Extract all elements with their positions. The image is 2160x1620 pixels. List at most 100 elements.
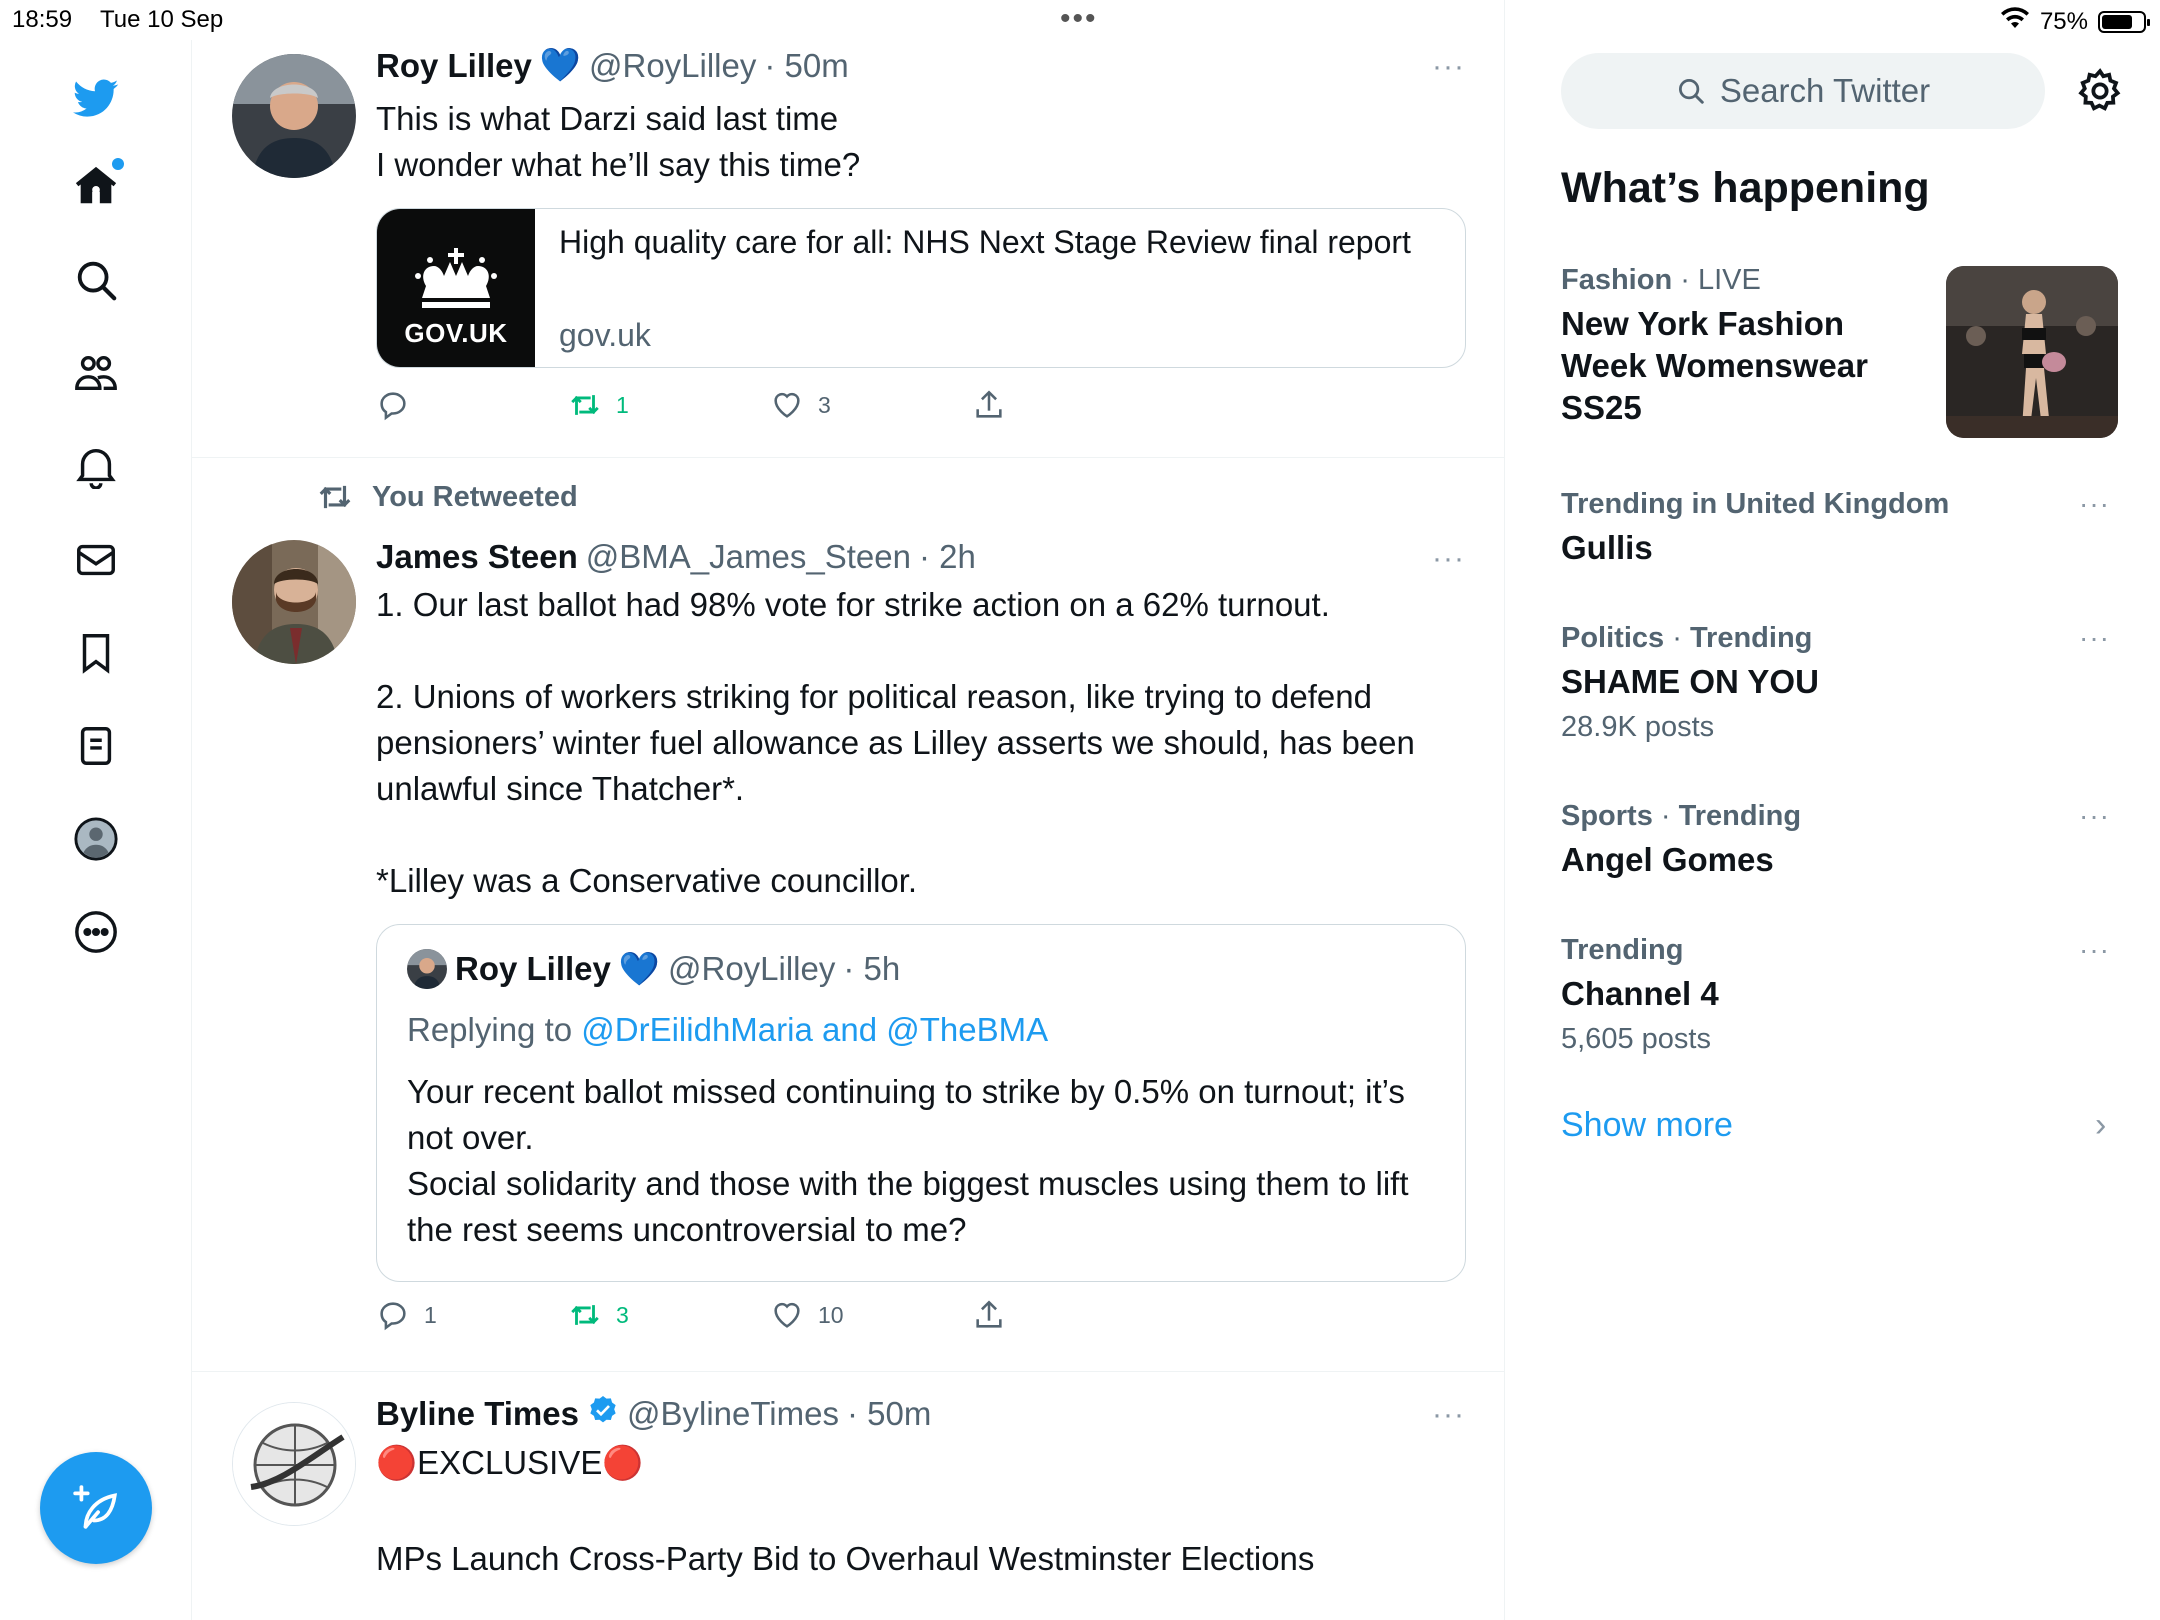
tweet-time[interactable]: · 50m — [847, 1395, 931, 1433]
retweet-button[interactable]: 1 — [568, 388, 629, 422]
tweet-time[interactable]: · 50m — [764, 47, 848, 85]
share-button[interactable] — [972, 1298, 1006, 1332]
trend-post-count: 28.9K posts — [1561, 711, 1715, 743]
trend-item[interactable]: Politics · Trending SHAME ON YOU 28.9K p… — [1561, 622, 2121, 744]
trend-more-button[interactable]: ··· — [2079, 934, 2110, 966]
tweet-text-line1: EXCLUSIVE — [417, 1444, 603, 1481]
trend-topic: Channel 4 — [1561, 975, 1719, 1012]
tweet-time[interactable]: · 2h — [919, 538, 976, 576]
crown-icon — [415, 248, 497, 308]
whats-happening-heading: What’s happening — [1561, 164, 1930, 212]
notifications-icon[interactable] — [66, 436, 126, 496]
card-title: High quality care for all: NHS Next Stag… — [559, 224, 1411, 260]
quoted-avatar[interactable] — [407, 949, 447, 989]
heart-badge-icon: 💙 — [539, 46, 581, 83]
verified-badge-icon — [587, 1394, 619, 1434]
trend-item[interactable]: Sports · Trending Angel Gomes ··· — [1561, 800, 2121, 881]
trend-topic: Angel Gomes — [1561, 841, 1774, 878]
messages-icon[interactable] — [66, 530, 126, 590]
trend-item[interactable]: Trending Channel 4 5,605 posts ··· — [1561, 934, 2121, 1056]
trend-post-count: 5,605 posts — [1561, 1023, 1711, 1055]
trend-image[interactable] — [1946, 266, 2118, 438]
battery-percent: 75% — [2039, 7, 2088, 35]
trend-context: Trending in United Kingdom — [1561, 488, 1950, 520]
avatar[interactable] — [232, 1402, 356, 1526]
lists-icon[interactable] — [66, 716, 126, 776]
bookmarks-icon[interactable] — [66, 623, 126, 683]
heart-badge-icon: 💙 — [618, 949, 660, 987]
retweet-count: 1 — [616, 391, 629, 418]
home-notification-dot — [112, 158, 124, 170]
quoted-tweet-time[interactable]: · 5h — [843, 950, 900, 988]
trend-more-button[interactable]: ··· — [2079, 622, 2110, 654]
author-handle[interactable]: @RoyLilley — [589, 47, 756, 85]
show-more-link[interactable]: Show more — [1561, 1106, 1733, 1145]
avatar[interactable] — [232, 540, 356, 664]
trend-topic: SHAME ON YOU — [1561, 663, 1819, 700]
profile-avatar-icon[interactable] — [66, 809, 126, 869]
explore-icon[interactable] — [66, 250, 126, 310]
quoted-tweet[interactable]: Roy Lilley 💙 @RoyLilley · 5h Replying to… — [376, 924, 1466, 1282]
tweet-actions: 1 3 10 — [376, 1298, 1076, 1338]
link-card[interactable]: GOV.UK High quality care for all: NHS Ne… — [376, 208, 1466, 368]
author-name[interactable]: Byline Times — [376, 1395, 579, 1433]
retweet-button[interactable]: 3 — [568, 1298, 629, 1332]
tweet-more-button[interactable]: ··· — [1432, 50, 1465, 84]
card-thumbnail: GOV.UK — [377, 209, 535, 367]
card-thumbnail-label: GOV.UK — [404, 318, 508, 348]
quoted-author-handle[interactable]: @RoyLilley — [668, 950, 835, 988]
tweet-text: 🔴 EXCLUSIVE 🔴 — [376, 1440, 1466, 1486]
trend-context: Trending — [1561, 934, 1684, 966]
share-button[interactable] — [972, 388, 1006, 422]
tweet-text: 1. Our last ballot had 98% vote for stri… — [376, 586, 1415, 899]
reply-count: 1 — [424, 1301, 437, 1328]
tweet-more-button[interactable]: ··· — [1432, 1398, 1465, 1432]
tweet[interactable]: Roy Lilley 💙 @RoyLilley · 50m ··· This i… — [192, 0, 1504, 458]
avatar[interactable] — [232, 54, 356, 178]
author-handle[interactable]: @BMA_James_Steen — [586, 538, 911, 576]
card-domain: gov.uk — [559, 317, 651, 353]
author-name[interactable]: James Steen — [376, 538, 578, 576]
communities-icon[interactable] — [66, 343, 126, 403]
more-menu-icon[interactable] — [66, 902, 126, 962]
social-context: You Retweeted — [316, 478, 578, 516]
battery-icon — [2098, 10, 2150, 33]
retweet-count: 3 — [616, 1301, 629, 1328]
wifi-icon — [2000, 6, 2030, 37]
replying-to-prefix: Replying to — [407, 1011, 582, 1048]
trend-topic: Gullis — [1561, 529, 1653, 566]
like-button[interactable]: 3 — [770, 388, 831, 422]
reply-button[interactable] — [376, 388, 424, 422]
search-input[interactable]: Search Twitter — [1561, 53, 2045, 129]
tweet-text: This is what Darzi said last time I wond… — [376, 100, 861, 183]
like-button[interactable]: 10 — [770, 1298, 844, 1332]
search-icon — [1678, 79, 1704, 104]
quoted-author-name[interactable]: Roy Lilley — [455, 950, 611, 988]
reply-button[interactable]: 1 — [376, 1298, 437, 1332]
tweet-actions: 1 3 — [376, 388, 1076, 428]
compose-tweet-button[interactable] — [40, 1452, 152, 1564]
compose-feather-icon — [73, 1485, 117, 1529]
heart-icon — [774, 1302, 800, 1328]
status-time: 18:59 — [12, 6, 73, 33]
reply-icon — [380, 1302, 406, 1331]
trend-context: Sports · Trending — [1561, 800, 1802, 832]
replying-to-users[interactable]: @DrEilidhMaria and @TheBMA — [581, 1011, 1048, 1048]
author-handle[interactable]: @BylineTimes — [627, 1395, 839, 1433]
author-name[interactable]: Roy Lilley — [376, 47, 532, 85]
settings-gear-icon[interactable] — [2075, 66, 2125, 116]
trend-more-button[interactable]: ··· — [2079, 800, 2110, 832]
left-nav — [0, 40, 192, 1620]
twitter-logo-icon[interactable] — [66, 68, 126, 128]
tweet[interactable]: Byline Times @BylineTimes · 50m ··· 🔴 EXC… — [192, 1372, 1504, 1620]
tweet-more-button[interactable]: ··· — [1432, 542, 1465, 576]
home-icon[interactable] — [66, 156, 126, 216]
retweet-icon — [571, 395, 599, 415]
share-icon — [976, 1300, 1002, 1328]
red-circle-icon: 🔴 — [376, 1444, 418, 1481]
trend-item[interactable]: Trending in United Kingdom Gullis ··· — [1561, 488, 2121, 569]
trend-topic: New York Fashion Week Womenswear SS25 — [1561, 305, 1868, 426]
tweet[interactable]: You Retweeted James Steen @BMA_James_Ste… — [192, 458, 1504, 1372]
trend-more-button[interactable]: ··· — [2079, 488, 2110, 520]
red-circle-icon: 🔴 — [602, 1444, 644, 1481]
